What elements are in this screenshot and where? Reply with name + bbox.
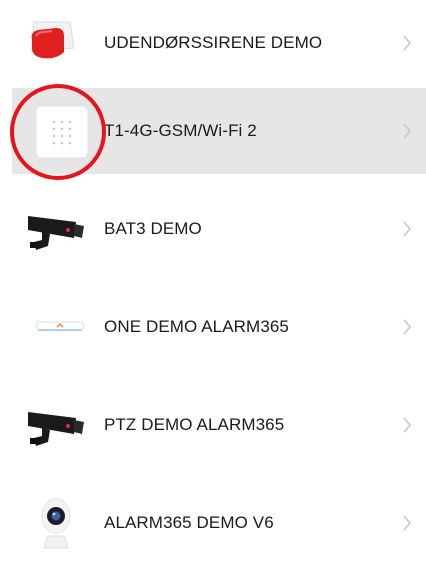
device-row-one-demo[interactable]: ONE DEMO ALARM365 [0,284,426,370]
indoor-camera-icon [41,498,71,549]
device-label: UDENDØRSSIRENE DEMO [104,33,323,52]
alarm-hub-icon [35,321,85,331]
chevron-right-icon [403,319,412,335]
annotation-circle [10,84,106,180]
device-row-udendorssirene[interactable]: UDENDØRSSIRENE DEMO [0,0,426,86]
device-row-alarm365-v6[interactable]: ALARM365 DEMO V6 [0,480,426,566]
chevron-right-icon [403,515,412,531]
device-label: ONE DEMO ALARM365 [104,317,289,336]
device-label: ALARM365 DEMO V6 [104,513,274,532]
chevron-right-icon [403,123,412,139]
chevron-right-icon [403,35,412,51]
device-label: PTZ DEMO ALARM365 [104,415,285,434]
device-label: BAT3 DEMO [104,219,202,238]
chevron-right-icon [403,417,412,433]
outdoor-siren-icon [31,21,75,59]
device-row-bat3[interactable]: BAT3 DEMO [0,186,426,272]
security-camera-icon [28,216,84,250]
device-label: T1-4G-GSM/Wi-Fi 2 [104,121,257,140]
device-row-ptz-demo[interactable]: PTZ DEMO ALARM365 [0,382,426,468]
security-camera-icon [28,412,84,446]
chevron-right-icon [403,221,412,237]
